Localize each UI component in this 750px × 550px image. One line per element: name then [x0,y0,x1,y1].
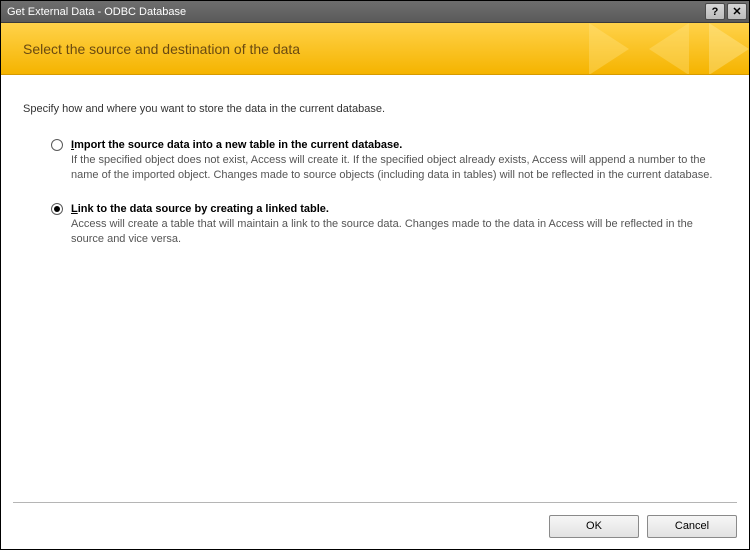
close-icon: ✕ [732,5,741,18]
options-group: Import the source data into a new table … [23,139,727,246]
cancel-button[interactable]: Cancel [647,515,737,538]
prompt-text: Specify how and where you want to store … [23,103,727,115]
dialog-footer: OK Cancel [1,503,749,549]
option-link-head[interactable]: Link to the data source by creating a li… [51,203,719,215]
option-import[interactable]: Import the source data into a new table … [51,139,719,183]
titlebar-buttons: ? ✕ [703,3,747,20]
close-button[interactable]: ✕ [727,3,747,20]
ok-button[interactable]: OK [549,515,639,538]
window-title: Get External Data - ODBC Database [7,6,703,18]
option-link-description: Access will create a table that will mai… [71,217,719,247]
help-button[interactable]: ? [705,3,725,20]
option-import-description: If the specified object does not exist, … [71,153,719,183]
dialog-body: Specify how and where you want to store … [1,75,749,502]
header-decoration [529,23,749,74]
radio-link[interactable] [51,203,63,215]
radio-import[interactable] [51,139,63,151]
header-title: Select the source and destination of the… [23,41,300,57]
chevron-right-icon [589,23,629,75]
dialog-window: Get External Data - ODBC Database ? ✕ Se… [0,0,750,550]
option-import-head[interactable]: Import the source data into a new table … [51,139,719,151]
title-bar[interactable]: Get External Data - ODBC Database ? ✕ [1,1,749,23]
option-link-label: Link to the data source by creating a li… [71,203,329,215]
option-link[interactable]: Link to the data source by creating a li… [51,203,719,247]
chevron-left-icon [649,23,689,75]
chevron-right-icon [709,23,749,75]
header-band: Select the source and destination of the… [1,23,749,75]
option-import-label: Import the source data into a new table … [71,139,402,151]
question-mark-icon: ? [712,6,719,18]
